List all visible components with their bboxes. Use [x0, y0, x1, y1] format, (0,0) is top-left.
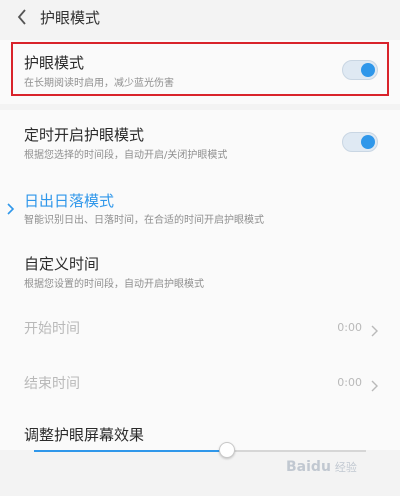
schedule-subtitle: 根据您选择的时间段，自动开启/关闭护眼模式 [24, 150, 228, 161]
schedule-title: 定时开启护眼模式 [24, 126, 145, 144]
sunrise-title[interactable]: 日出日落模式 [24, 190, 114, 211]
slider-fill [34, 450, 227, 452]
schedule-toggle[interactable] [342, 132, 378, 152]
page-title: 护眼模式 [40, 9, 101, 27]
back-arrow-icon[interactable] [12, 6, 32, 28]
start-time-value: 0:00 [337, 321, 362, 334]
watermark: Baidu 经验 [286, 454, 396, 480]
watermark-suffix: 经验 [334, 461, 357, 474]
chevron-right-icon [370, 322, 380, 337]
end-time-value: 0:00 [337, 376, 362, 389]
toggle-knob [361, 63, 375, 77]
eye-mode-title: 护眼模式 [24, 54, 85, 72]
end-time-label[interactable]: 结束时间 [24, 373, 80, 393]
start-time-label[interactable]: 开始时间 [24, 318, 80, 338]
slider-knob[interactable] [218, 442, 235, 458]
chevron-right-icon [370, 377, 380, 392]
eye-mode-subtitle: 在长期阅读时启用，减少蓝光伤害 [24, 78, 174, 89]
toggle-knob [361, 135, 375, 149]
effect-title: 调整护眼屏幕效果 [24, 426, 145, 444]
watermark-text: Baidu [286, 459, 331, 475]
effect-slider[interactable] [34, 450, 366, 452]
chevron-right-icon [6, 200, 16, 215]
eye-mode-toggle[interactable] [342, 60, 378, 80]
sunrise-subtitle: 智能识别日出、日落时间，在合适的时间开启护眼模式 [24, 215, 264, 226]
custom-subtitle: 根据您设置的时间段，自动开启护眼模式 [24, 279, 204, 290]
header: 护眼模式 [0, 0, 400, 34]
custom-title[interactable]: 自定义时间 [24, 253, 99, 274]
